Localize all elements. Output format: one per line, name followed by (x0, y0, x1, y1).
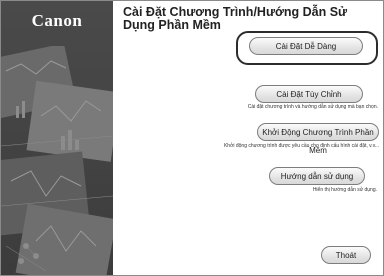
decorative-documents-artwork (1, 46, 113, 275)
exit-button[interactable]: Thoát (321, 246, 371, 264)
installer-window: Canon Cài Đặt Chương Trình/Hướng Dẫn Sử … (0, 0, 384, 276)
main-panel: Cài Đặt Chương Trình/Hướng Dẫn Sử Dụng P… (113, 1, 383, 275)
user-manual-description: Hiển thị hướng dẫn sử dụng. (312, 187, 377, 193)
start-software-description: Khởi động chương trình được yêu cầu cho … (223, 143, 379, 149)
custom-install-description: Cài đặt chương trình và hướng dẫn sử dụn… (247, 104, 378, 110)
easy-install-button[interactable]: Cài Đặt Dễ Dàng (249, 37, 363, 55)
custom-install-button[interactable]: Cài Đặt Tùy Chỉnh (255, 85, 363, 103)
canon-logo: Canon (31, 11, 83, 30)
brand-panel: Canon (1, 1, 113, 275)
user-manual-button[interactable]: Hướng dẫn sử dụng (269, 167, 365, 185)
page-title: Cài Đặt Chương Trình/Hướng Dẫn Sử Dụng P… (123, 5, 348, 32)
start-software-button[interactable]: Khởi Động Chương Trình Phần Mềm (257, 123, 379, 155)
